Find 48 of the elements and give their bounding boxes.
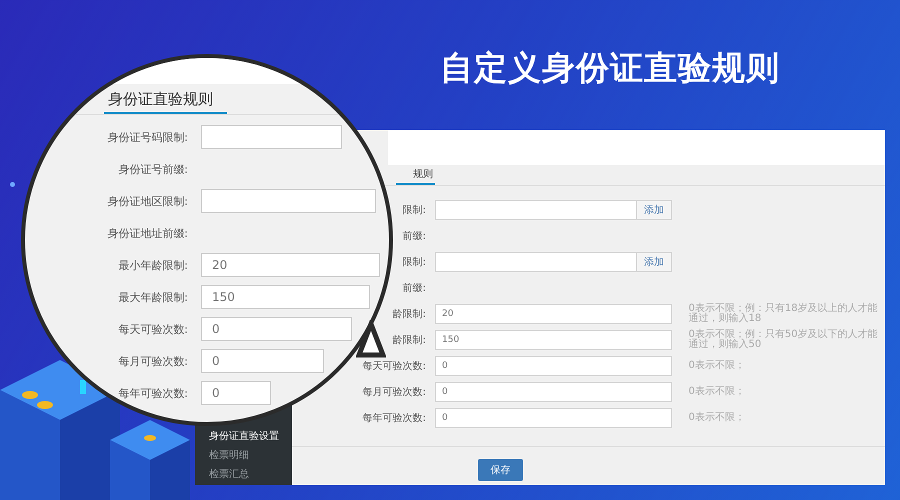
field-label: 最大年龄限制: [118, 290, 188, 304]
field-label: 龄限制: [392, 334, 426, 347]
input-field[interactable]: 150 [201, 285, 370, 309]
input-field[interactable]: 20 [201, 253, 380, 277]
hint-text: 0表示不限； [688, 387, 746, 397]
field-label: 身份证号前缀: [118, 162, 188, 176]
headline: 自定义身份证直验规则 [440, 47, 780, 89]
field-label: 限制: [402, 256, 426, 269]
tab[interactable]: 规则 [396, 169, 435, 185]
field-label: 每年可验次数: [362, 412, 426, 425]
field-label: 身份证地址前缀: [107, 226, 188, 240]
triangle-icon [356, 320, 386, 358]
input-field[interactable] [201, 189, 376, 213]
sidebar-item[interactable]: 检票汇总 [209, 468, 292, 481]
add-button[interactable]: 添加 [637, 200, 672, 220]
add-button[interactable]: 添加 [637, 252, 672, 272]
field-label: 限制: [402, 204, 426, 217]
field-label: 龄限制: [392, 308, 426, 321]
sidebar-item[interactable]: 检票明细 [209, 449, 292, 462]
input-field[interactable]: 0 [201, 349, 324, 373]
input-field[interactable]: 0 [435, 408, 672, 428]
input-field[interactable] [201, 125, 342, 149]
field-label: 前缀: [402, 282, 426, 295]
input-field[interactable]: 0 [435, 382, 672, 402]
sidebar-item[interactable]: 身份证直验设置 [209, 430, 292, 443]
glow-dot-icon [10, 182, 15, 187]
field-label: 身份证地区限制: [107, 194, 188, 208]
input-field[interactable]: 0 [435, 356, 672, 376]
field-label: 每年可验次数: [118, 386, 188, 400]
field-label: 身份证号码限制: [107, 130, 188, 144]
tab[interactable]: 身份证直验规则 [104, 89, 227, 114]
field-label: 每月可验次数: [118, 354, 188, 368]
field-label: 每天可验次数: [118, 322, 188, 336]
hint-text: 0表示不限；例：只有50岁及以下的人才能通过，则输入50 [688, 330, 879, 350]
input-field[interactable]: 20 [435, 304, 672, 324]
field-label: 前缀: [402, 230, 426, 243]
hint-text: 0表示不限； [688, 361, 746, 371]
save-button[interactable]: 保存 [478, 459, 523, 481]
field-label: 每天可验次数: [362, 360, 426, 373]
field-label: 最小年龄限制: [118, 258, 188, 272]
field-label: 每月可验次数: [362, 386, 426, 399]
input-field[interactable] [435, 252, 637, 272]
input-field[interactable]: 0 [201, 317, 352, 341]
input-field[interactable]: 0 [201, 381, 272, 405]
hint-text: 0表示不限； [688, 413, 746, 423]
input-field[interactable] [435, 200, 637, 220]
hint-text: 0表示不限；例：只有18岁及以上的人才能通过，则输入18 [688, 304, 879, 324]
input-field[interactable]: 150 [435, 330, 672, 350]
